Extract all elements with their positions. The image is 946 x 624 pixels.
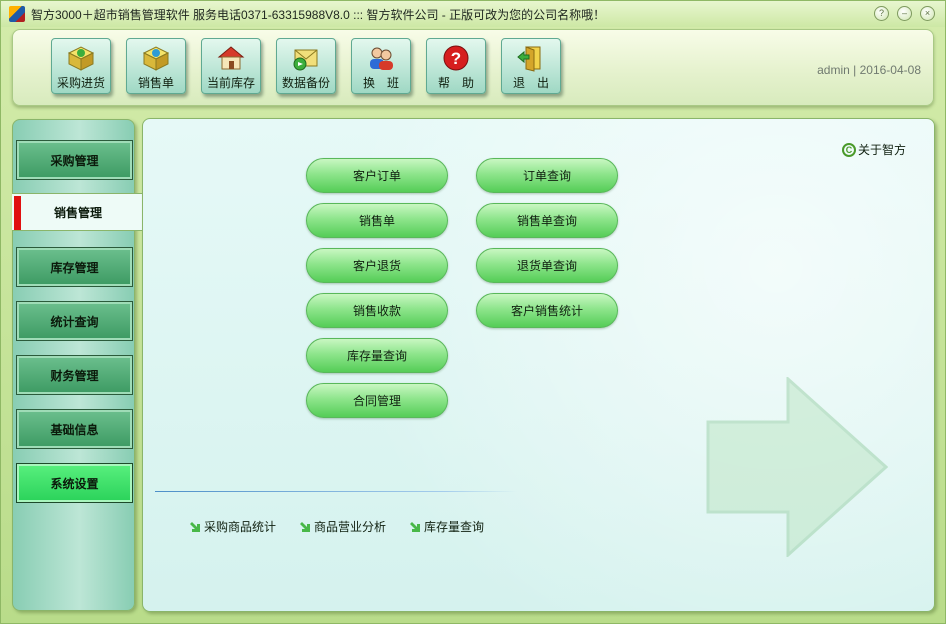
arrow-decoration-icon <box>706 377 888 557</box>
house-icon <box>216 44 246 72</box>
arrow-down-right-icon <box>410 521 420 532</box>
customer-sales-stats-button[interactable]: 客户销售统计 <box>476 293 618 328</box>
sales-order-label: 销售单 <box>137 76 174 90</box>
close-button[interactable]: × <box>920 6 935 21</box>
shift-change-button[interactable]: 换 班 <box>351 38 411 94</box>
contract-management-button[interactable]: 合同管理 <box>306 383 448 418</box>
current-stock-button[interactable]: 当前库存 <box>201 38 261 94</box>
backup-envelope-icon <box>291 44 321 72</box>
app-logo-icon <box>9 6 25 22</box>
sales-receipt-button[interactable]: 销售收款 <box>306 293 448 328</box>
sales-box-icon <box>141 44 171 72</box>
return-query-button[interactable]: 退货单查询 <box>476 248 618 283</box>
quick-link-product-analysis[interactable]: 商品营业分析 <box>299 518 386 535</box>
current-stock-label: 当前库存 <box>206 76 255 90</box>
help-button[interactable]: ? 帮 助 <box>426 38 486 94</box>
svg-text:?: ? <box>451 49 461 68</box>
current-date: 2016-04-08 <box>859 63 921 77</box>
data-backup-label: 数据备份 <box>281 76 330 90</box>
stock-query-button[interactable]: 库存量查询 <box>306 338 448 373</box>
sales-order-button[interactable]: 销售单 <box>126 38 186 94</box>
quick-link-purchase-stats[interactable]: 采购商品统计 <box>189 518 276 535</box>
title-bar: 智方3000＋超市销售管理软件 服务电话0371-63315988V8.0 ::… <box>1 1 945 27</box>
sidebar-item-sales-label: 销售管理 <box>53 205 102 220</box>
help-icon: ? <box>441 44 471 72</box>
sales-slip-query-button[interactable]: 销售单查询 <box>476 203 618 238</box>
sidebar-item-statistics[interactable]: 统计查询 <box>16 301 133 341</box>
quick-link-stock-query[interactable]: 库存量查询 <box>409 518 484 535</box>
help-window-button[interactable]: ? <box>874 6 889 21</box>
help-label: 帮 助 <box>437 76 474 90</box>
exit-label: 退 出 <box>512 76 549 90</box>
user-info: admin | 2016-04-08 <box>817 63 921 77</box>
sales-slip-button[interactable]: 销售单 <box>306 203 448 238</box>
customer-return-button[interactable]: 客户退货 <box>306 248 448 283</box>
active-marker <box>14 196 21 230</box>
users-icon <box>366 44 396 72</box>
order-query-button[interactable]: 订单查询 <box>476 158 618 193</box>
main-panel: C 关于智方 客户订单 订单查询 销售单 销售单查询 客户退货 退货单查询 销售… <box>142 118 935 612</box>
copyright-icon: C <box>841 142 856 157</box>
sidebar-item-basic-info[interactable]: 基础信息 <box>16 409 133 449</box>
minimize-button[interactable]: – <box>897 6 912 21</box>
toolbar: 采购进货 销售单 当前库存 数据备份 换 班 ? 帮 助 退 出 admin |… <box>12 29 934 106</box>
arrow-down-right-icon <box>300 521 310 532</box>
about-link[interactable]: C 关于智方 <box>841 141 906 158</box>
window-controls: ? – × <box>874 6 935 21</box>
purchase-label: 采购进货 <box>56 76 105 90</box>
app-window: 智方3000＋超市销售管理软件 服务电话0371-63315988V8.0 ::… <box>0 0 946 624</box>
window-title: 智方3000＋超市销售管理软件 服务电话0371-63315988V8.0 ::… <box>31 7 606 22</box>
quick-link-label: 库存量查询 <box>424 520 485 534</box>
data-backup-button[interactable]: 数据备份 <box>276 38 336 94</box>
sidebar-item-sales[interactable]: 销售管理 <box>12 193 144 231</box>
exit-button[interactable]: 退 出 <box>501 38 561 94</box>
sidebar-item-inventory[interactable]: 库存管理 <box>16 247 133 287</box>
exit-door-icon <box>516 44 546 72</box>
shift-change-label: 换 班 <box>362 76 399 90</box>
about-label: 关于智方 <box>857 143 906 157</box>
purchase-box-icon <box>66 44 96 72</box>
arrow-down-right-icon <box>190 521 200 532</box>
quick-link-label: 采购商品统计 <box>204 520 277 534</box>
quick-link-label: 商品营业分析 <box>314 520 387 534</box>
username: admin <box>817 63 850 77</box>
user-separator: | <box>853 63 857 77</box>
sidebar-item-settings[interactable]: 系统设置 <box>16 463 133 503</box>
purchase-button[interactable]: 采购进货 <box>51 38 111 94</box>
customer-order-button[interactable]: 客户订单 <box>306 158 448 193</box>
sidebar-item-finance[interactable]: 财务管理 <box>16 355 133 395</box>
sidebar-item-purchase[interactable]: 采购管理 <box>16 140 133 180</box>
divider <box>155 491 517 492</box>
